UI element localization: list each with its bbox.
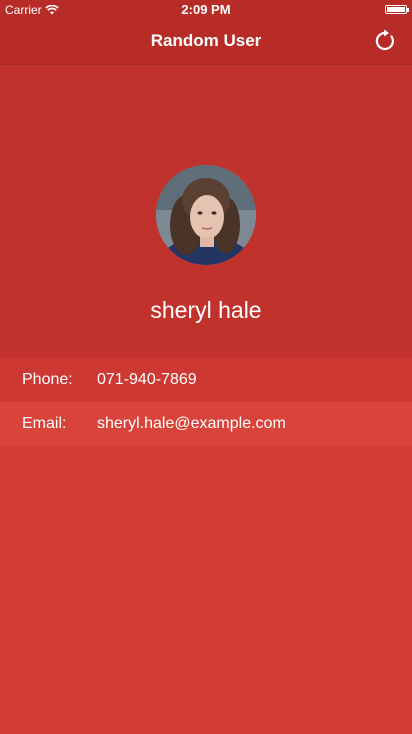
status-bar: Carrier 2:09 PM (0, 0, 412, 20)
status-time: 2:09 PM (181, 2, 231, 17)
refresh-icon (375, 29, 394, 51)
battery-icon (385, 5, 409, 14)
refresh-button[interactable] (372, 28, 398, 54)
navigation-bar: Random User (0, 20, 412, 65)
user-name: sheryl hale (150, 297, 262, 323)
phone-value: 071-940-7869 (97, 371, 197, 388)
email-value: sheryl.hale@example.com (97, 415, 286, 432)
phone-row[interactable]: Phone: 071-940-7869 (0, 358, 412, 402)
nav-title: Random User (150, 31, 262, 50)
email-label: Email: (22, 415, 67, 432)
profile-header: sheryl hale (0, 65, 412, 358)
email-row[interactable]: Email: sheryl.hale@example.com (0, 402, 412, 446)
app-screen: Carrier 2:09 PM Random User sheryl hale … (0, 0, 412, 734)
phone-label: Phone: (22, 371, 73, 388)
avatar (156, 165, 256, 265)
avatar-photo-icon (156, 165, 256, 265)
